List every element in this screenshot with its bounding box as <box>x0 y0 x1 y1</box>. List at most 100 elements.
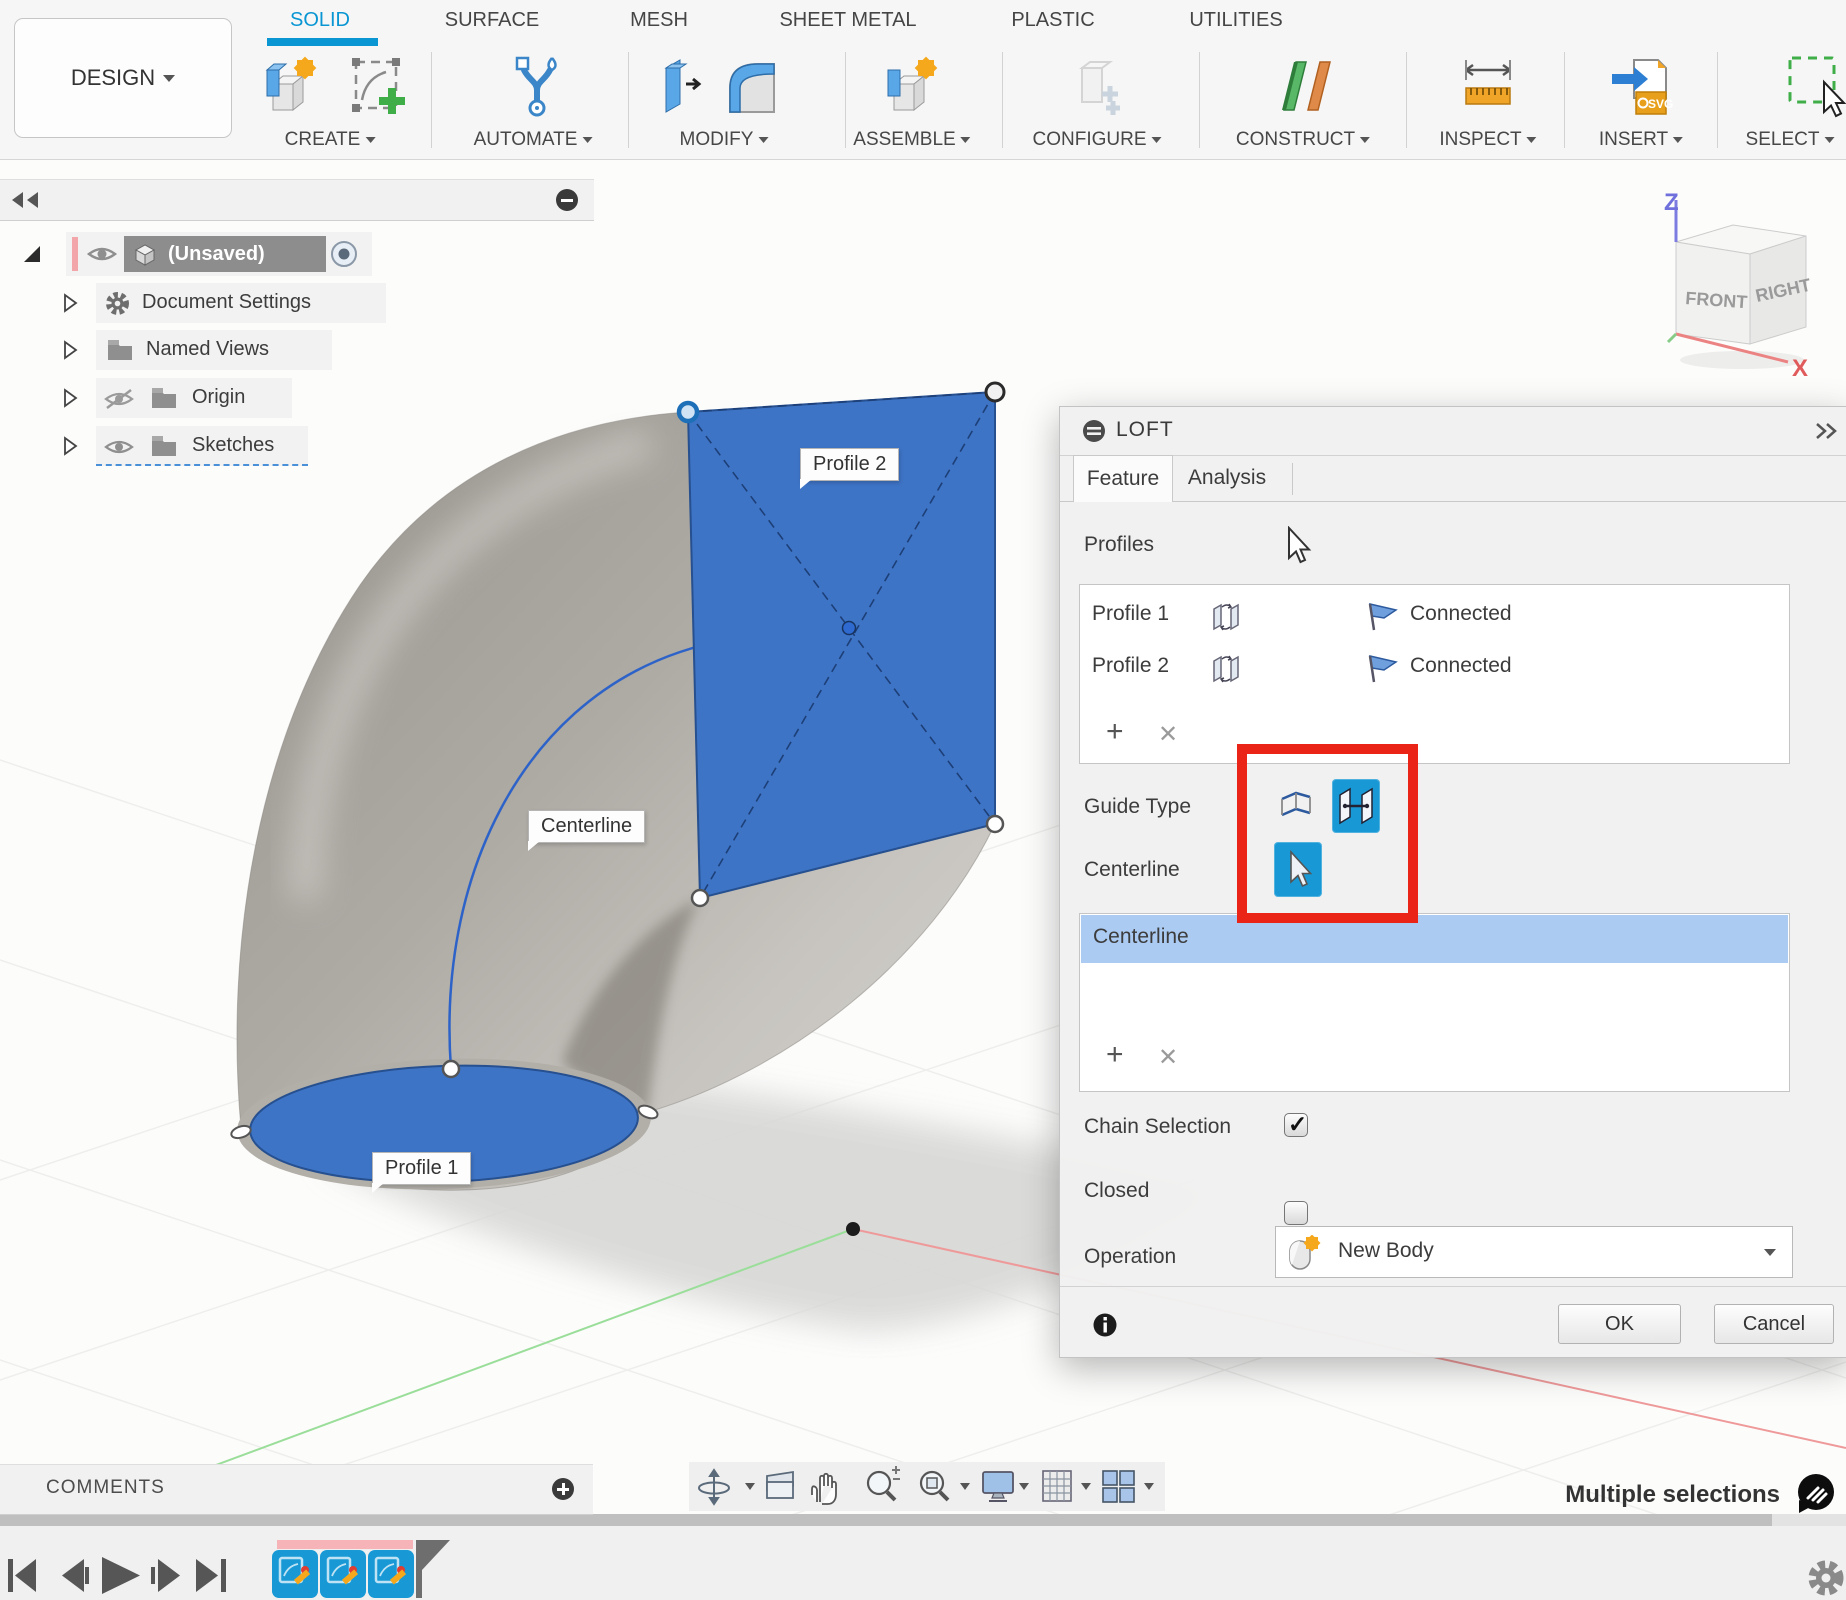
expand-dialog-chevrons-icon[interactable] <box>1813 421 1839 441</box>
add-profile-button[interactable] <box>1106 719 1124 745</box>
add-comment-icon[interactable] <box>552 1478 574 1500</box>
expand-arrow-icon[interactable] <box>62 293 78 313</box>
timeline-feature-sketch-3[interactable] <box>368 1550 414 1598</box>
browser-header[interactable] <box>0 179 594 221</box>
tab-solid[interactable]: SOLID <box>290 6 350 34</box>
look-at-icon[interactable] <box>767 1472 793 1498</box>
group-label-construct[interactable]: CONSTRUCT <box>1236 128 1370 152</box>
assemble-icon[interactable] <box>880 54 944 118</box>
origin-point[interactable] <box>846 1222 860 1236</box>
group-label-select[interactable]: SELECT <box>1746 128 1835 152</box>
cancel-button[interactable]: Cancel <box>1714 1304 1834 1344</box>
vertex-handle-selected[interactable] <box>679 403 697 421</box>
design-menu-button[interactable]: DESIGN <box>14 18 232 138</box>
activate-radio-icon[interactable] <box>330 240 358 268</box>
skip-to-end-button[interactable] <box>196 1559 226 1592</box>
window-zoom-caret-icon[interactable] <box>960 1483 970 1490</box>
step-back-button[interactable] <box>62 1559 89 1592</box>
visibility-off-eye-icon[interactable] <box>102 387 136 411</box>
browser-item-sketches[interactable]: Sketches <box>0 426 420 468</box>
grid-caret-icon[interactable] <box>1081 1483 1091 1490</box>
ok-button[interactable]: OK <box>1558 1304 1681 1344</box>
vertex-handle[interactable] <box>987 816 1003 832</box>
grid-display-icon[interactable] <box>1043 1471 1071 1501</box>
browser-item-named-views[interactable]: Named Views <box>0 330 420 370</box>
tab-plastic[interactable]: PLASTIC <box>1011 6 1094 34</box>
operation-dropdown[interactable]: New Body <box>1275 1226 1793 1278</box>
expand-triangle-icon[interactable] <box>22 244 42 264</box>
select-icon[interactable] <box>1786 54 1846 120</box>
timeline-feature-sketch-2[interactable] <box>320 1550 366 1598</box>
timeline-settings-gear-icon[interactable] <box>1813 1565 1839 1591</box>
timeline-feature-sketch-1[interactable] <box>272 1550 318 1598</box>
modify-fillet-icon[interactable] <box>718 54 782 118</box>
feedback-badge-icon[interactable] <box>1792 1472 1838 1518</box>
group-label-insert[interactable]: INSERT <box>1599 128 1683 152</box>
centerline-center-point[interactable] <box>843 622 856 635</box>
info-icon[interactable] <box>1092 1312 1118 1338</box>
tab-feature[interactable]: Feature <box>1073 455 1173 502</box>
expand-arrow-icon[interactable] <box>62 340 78 360</box>
skip-to-start-button[interactable] <box>8 1559 36 1592</box>
timeline-position-marker[interactable] <box>416 1540 450 1598</box>
display-settings-icon[interactable] <box>983 1472 1013 1501</box>
remove-centerline-button[interactable] <box>1158 1045 1178 1071</box>
collapse-panel-icon[interactable] <box>10 190 42 210</box>
inspect-icon[interactable] <box>1456 54 1520 118</box>
closed-checkbox[interactable] <box>1284 1201 1308 1225</box>
footer-separator <box>1060 1286 1846 1287</box>
add-centerline-button[interactable] <box>1106 1042 1124 1068</box>
automate-icon[interactable] <box>505 54 569 118</box>
play-button[interactable] <box>102 1557 140 1594</box>
group-label-create[interactable]: CREATE <box>285 128 376 152</box>
timeline-scrollbar-handle[interactable] <box>0 1514 1772 1526</box>
profile-row-1[interactable]: Profile 1 Connected <box>1080 597 1789 637</box>
pan-hand-icon[interactable] <box>812 1474 836 1504</box>
insert-svg-icon[interactable]: SVG <box>1606 54 1676 120</box>
viewports-icon[interactable] <box>1103 1471 1134 1502</box>
viewcube[interactable]: Z X FRONT RIGHT <box>1638 192 1846 382</box>
visibility-eye-icon[interactable] <box>102 436 136 458</box>
tab-sheet-metal[interactable]: SHEET METAL <box>779 6 916 34</box>
group-label-modify[interactable]: MODIFY <box>680 128 769 152</box>
tab-analysis[interactable]: Analysis <box>1177 455 1277 502</box>
profile-row-2[interactable]: Profile 2 Connected <box>1080 649 1789 689</box>
group-label-automate[interactable]: AUTOMATE <box>474 128 593 152</box>
visibility-eye-icon[interactable] <box>86 243 118 265</box>
chain-selection-checkbox[interactable] <box>1284 1113 1308 1137</box>
browser-item-origin[interactable]: Origin <box>0 378 420 418</box>
modify-press-pull-icon[interactable] <box>650 54 714 118</box>
vertex-handle[interactable] <box>692 890 708 906</box>
viewports-caret-icon[interactable] <box>1144 1483 1154 1490</box>
loft-dialog-header[interactable]: LOFT <box>1060 407 1846 456</box>
group-label-inspect[interactable]: INSPECT <box>1439 128 1536 152</box>
browser-item-document-settings[interactable]: Document Settings <box>0 283 420 323</box>
orbit-icon[interactable] <box>699 1470 729 1504</box>
orbit-caret-icon[interactable] <box>745 1483 755 1490</box>
zoom-icon[interactable] <box>868 1466 900 1500</box>
remove-profile-button[interactable] <box>1158 722 1178 748</box>
window-zoom-icon[interactable] <box>921 1472 948 1500</box>
configure-icon[interactable] <box>1066 54 1130 118</box>
display-caret-icon[interactable] <box>1019 1483 1029 1490</box>
tab-utilities[interactable]: UTILITIES <box>1189 6 1282 34</box>
centerline-end-handle[interactable] <box>443 1061 459 1077</box>
expand-arrow-icon[interactable] <box>62 388 78 408</box>
group-label-configure[interactable]: CONFIGURE <box>1033 128 1162 152</box>
expand-arrow-icon[interactable] <box>62 436 78 456</box>
vertex-handle[interactable] <box>986 383 1004 401</box>
tab-surface[interactable]: SURFACE <box>445 6 539 34</box>
step-forward-button[interactable] <box>151 1559 180 1592</box>
create-sketch-icon[interactable] <box>346 54 410 118</box>
group-label-assemble[interactable]: ASSEMBLE <box>853 128 970 152</box>
create-solid-icon[interactable] <box>259 54 323 118</box>
construct-icon[interactable] <box>1274 54 1338 118</box>
dialog-grip-icon[interactable] <box>1082 419 1106 443</box>
centerline-list-item[interactable]: Centerline <box>1081 915 1788 963</box>
browser-root-row[interactable]: (Unsaved) <box>0 232 400 276</box>
tab-mesh[interactable]: MESH <box>630 6 688 34</box>
reverse-profile-icon[interactable] <box>1208 651 1244 687</box>
reverse-profile-icon[interactable] <box>1208 599 1244 635</box>
root-component-selected[interactable]: (Unsaved) <box>124 236 326 272</box>
browser-minimize-icon[interactable] <box>556 189 578 211</box>
